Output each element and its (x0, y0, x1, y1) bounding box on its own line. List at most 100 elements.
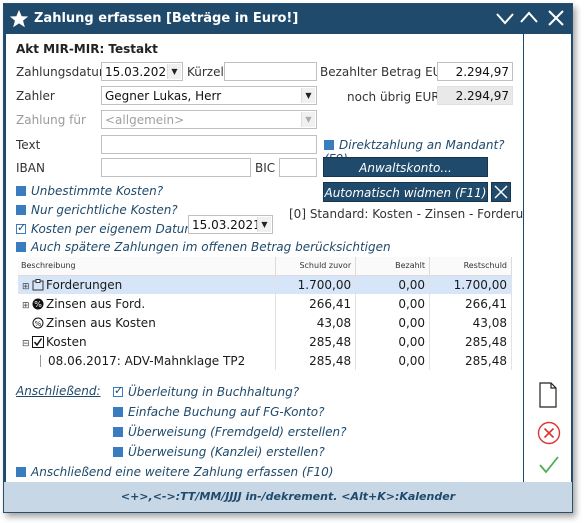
calendar-dropdown-icon[interactable]: ▼ (167, 64, 181, 79)
bezahlter-betrag-label: Bezahlter Betrag EUR (320, 65, 450, 79)
checkbox-icon (113, 407, 123, 417)
anwaltskonto-button[interactable]: Anwaltskonto... (323, 157, 488, 177)
zahlung-fuer-value: <allgemein> (105, 113, 185, 127)
table-row[interactable]: ⊞ Forderungen 1.700,00 0,00 1.700,00 (18, 275, 512, 294)
bic-label: BIC (255, 161, 276, 175)
weitere-zahlung-label: Anschließend eine weitere Zahlung erfass… (31, 465, 334, 479)
payment-dialog: Zahlung erfassen [Beträge in Euro!] Akt … (3, 3, 573, 513)
zahlungsdatum-field[interactable]: 15.03.2021 ▼ (101, 62, 183, 81)
kosten-eigenem-datum-label: Kosten per eigenem Datum: (31, 222, 201, 236)
unbestimmte-kosten-checkbox[interactable]: Unbestimmte Kosten? (16, 184, 163, 198)
zahler-select[interactable]: Gegner Lukas, Herr ▼ (101, 86, 317, 105)
weitere-zahlung-checkbox[interactable]: Anschließend eine weitere Zahlung erfass… (16, 465, 333, 479)
kuerzel-label: Kürzel (187, 65, 224, 79)
bic-input[interactable] (279, 158, 317, 177)
col-beschreibung[interactable]: Beschreibung (18, 257, 277, 276)
row-label: 08.06.2017: ADV-Mahnklage TP2 (48, 353, 246, 368)
row-bezahlt: 0,00 (355, 332, 431, 351)
einfache-buchung-label: Einfache Buchung auf FG-Konto? (128, 405, 325, 419)
col-restschuld[interactable]: Restschuld (429, 257, 512, 276)
title-bar[interactable]: Zahlung erfassen [Beträge in Euro!] (4, 4, 572, 34)
zahlungsdatum-value: 15.03.2021 (105, 65, 174, 79)
zahler-dropdown-icon[interactable]: ▼ (301, 88, 315, 103)
star-icon (9, 9, 29, 28)
ueberweisung-fremd-checkbox[interactable]: Überweisung (Fremdgeld) erstellen? (113, 425, 346, 439)
svg-text:%: % (35, 319, 42, 327)
table-row[interactable]: ⊞% Zinsen aus Ford. 266,41 0,00 266,41 (18, 294, 512, 313)
nur-gerichtliche-label: Nur gerichtliche Kosten? (31, 203, 178, 217)
x-icon (494, 185, 508, 199)
table-header-row: Beschreibung Schuld zuvor Bezahlt Restsc… (18, 257, 512, 276)
automatisch-widmen-button[interactable]: Automatisch widmen (F11) (323, 182, 488, 202)
ueberweisung-fremd-label: Überweisung (Fremdgeld) erstellen? (128, 425, 347, 439)
new-document-icon[interactable] (538, 382, 558, 408)
row-schuld: 43,08 (275, 313, 357, 332)
row-label: Zinsen aus Ford. (46, 296, 146, 311)
zahler-label: Zahler (16, 89, 55, 103)
interest-outline-icon: % (32, 317, 44, 328)
ueberleitung-checkbox[interactable]: Überleitung in Buchhaltung? (113, 384, 300, 399)
row-rest: 1.700,00 (429, 275, 512, 294)
nur-gerichtliche-checkbox[interactable]: Nur gerichtliche Kosten? (16, 203, 178, 217)
maximize-icon[interactable] (518, 8, 540, 28)
row-rest: 43,08 (429, 313, 512, 332)
checked-checkbox-icon (113, 384, 123, 397)
checkbox-icon (16, 467, 26, 477)
window-title: Zahlung erfassen [Beträge in Euro!] (34, 11, 299, 26)
table-row[interactable]: ⊟ Kosten 285,48 0,00 285,48 (18, 332, 512, 351)
noch-uebrig-value: 2.294,97 (437, 86, 513, 105)
interest-icon: % (32, 298, 44, 309)
checkbox-icon (113, 447, 123, 457)
checkbox-icon (16, 242, 26, 252)
zahlung-fuer-dropdown-icon: ▼ (301, 112, 315, 127)
text-input[interactable] (101, 135, 317, 154)
noch-uebrig-label: noch übrig EUR (347, 90, 440, 104)
expand-icon[interactable]: ⊞ (22, 301, 32, 311)
bezahlter-betrag-input[interactable]: 2.294,97 (437, 62, 513, 81)
status-bar: <+>,<->:TT/MM/JJJJ in-/dekrement. <Alt+K… (4, 482, 572, 512)
checked-checkbox-icon (16, 221, 26, 234)
zahler-value: Gegner Lukas, Herr (105, 89, 222, 103)
row-schuld: 285,48 (275, 351, 357, 370)
checkbox-icon (16, 186, 26, 196)
row-bezahlt: 0,00 (355, 313, 431, 332)
table-row[interactable]: 08.06.2017: ADV-Mahnklage TP2 285,48 0,0… (18, 351, 512, 370)
row-rest: 266,41 (429, 294, 512, 313)
confirm-check-icon[interactable] (538, 455, 560, 475)
row-schuld: 266,41 (275, 294, 357, 313)
clear-widmung-button[interactable] (491, 182, 511, 202)
close-window-icon[interactable] (545, 8, 567, 28)
form-area: Akt MIR-MIR: Testakt Zahlungsdatum 15.03… (6, 34, 538, 482)
row-label: Zinsen aus Kosten (46, 315, 156, 330)
col-schuld-zuvor[interactable]: Schuld zuvor (275, 257, 357, 276)
iban-input[interactable] (101, 158, 251, 177)
ueberleitung-label: Überleitung in Buchhaltung? (128, 385, 300, 399)
checkbox-icon (16, 205, 26, 215)
tree-line (40, 354, 48, 367)
action-pane (524, 34, 571, 482)
standard-order-text: [0] Standard: Kosten - Zinsen - Forderun… (289, 207, 539, 221)
kosten-datum-dropdown-icon[interactable]: ▼ (257, 217, 271, 232)
table-row[interactable]: % Zinsen aus Kosten 43,08 0,00 43,08 (18, 313, 512, 332)
kosten-eigenem-datum-checkbox[interactable]: Kosten per eigenem Datum: (16, 221, 201, 236)
kosten-datum-value: 15.03.2021 (192, 218, 261, 232)
claim-icon (32, 278, 44, 291)
spaetere-zahlungen-checkbox[interactable]: Auch spätere Zahlungen im offenen Betrag… (16, 240, 391, 254)
unbestimmte-kosten-label: Unbestimmte Kosten? (31, 184, 164, 198)
kuerzel-input[interactable] (224, 62, 317, 81)
cancel-icon[interactable] (537, 421, 561, 445)
expand-icon[interactable]: ⊞ (22, 282, 32, 292)
minimize-icon[interactable] (494, 8, 516, 28)
zahlung-fuer-label: Zahlung für (16, 113, 86, 127)
einfache-buchung-checkbox[interactable]: Einfache Buchung auf FG-Konto? (113, 405, 325, 419)
costs-checked-icon (32, 335, 44, 348)
col-bezahlt[interactable]: Bezahlt (355, 257, 431, 276)
distribution-table: Beschreibung Schuld zuvor Bezahlt Restsc… (18, 257, 512, 370)
kosten-datum-field[interactable]: 15.03.2021 ▼ (188, 215, 273, 234)
collapse-icon[interactable]: ⊟ (22, 339, 32, 349)
ueberweisung-kanzlei-checkbox[interactable]: Überweisung (Kanzlei) erstellen? (113, 445, 325, 459)
anschliessend-label: Anschließend: (16, 384, 101, 398)
zahlung-fuer-select: <allgemein> ▼ (101, 110, 317, 129)
svg-text:%: % (34, 299, 42, 308)
row-schuld: 285,48 (275, 332, 357, 351)
